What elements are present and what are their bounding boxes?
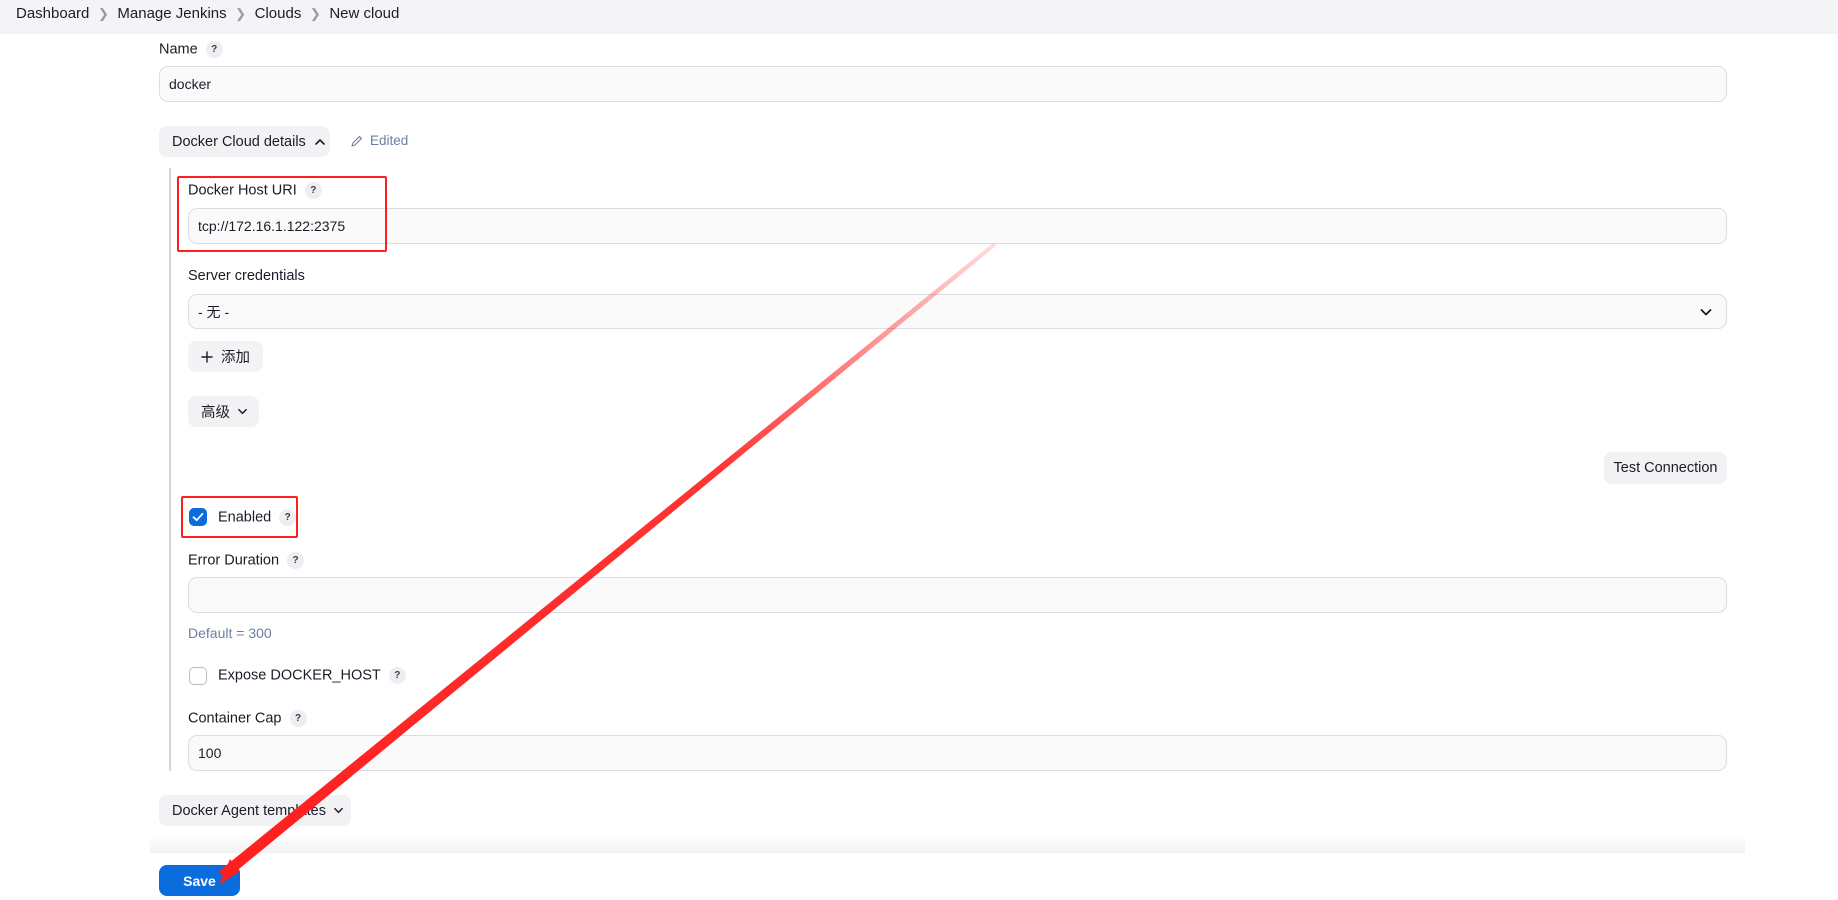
annotation-arrow-shaft (218, 243, 997, 878)
annotation-arrow (218, 243, 997, 885)
